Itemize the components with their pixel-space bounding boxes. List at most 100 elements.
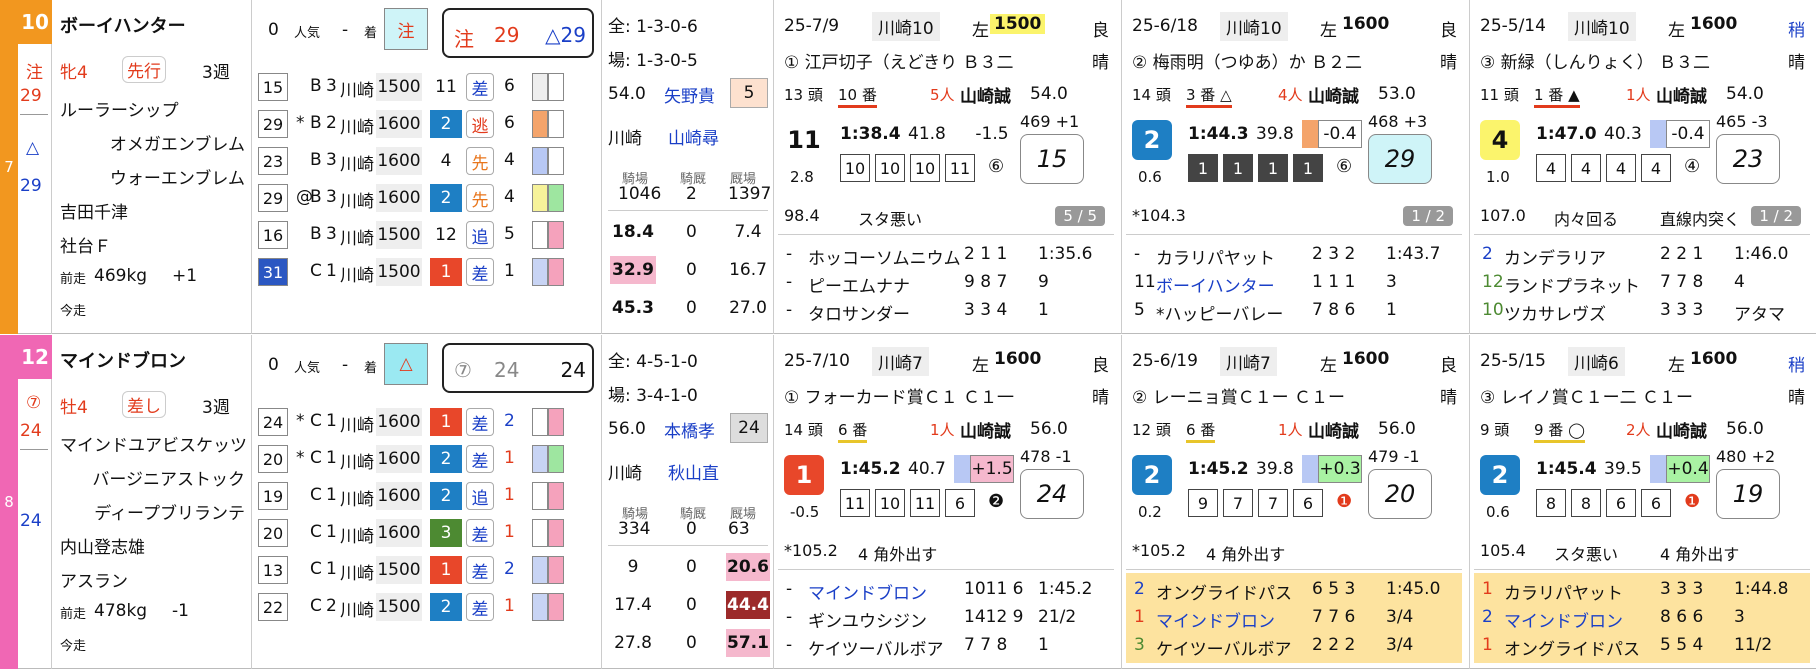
race-dist-label: 左 bbox=[972, 21, 989, 41]
result-pos: 7 7 8 bbox=[1660, 272, 1704, 292]
today-label: 今走 bbox=[60, 639, 87, 654]
corner-position: 4 bbox=[1606, 154, 1636, 182]
past-track: 川崎 bbox=[340, 527, 374, 547]
race-diff: -0.4 bbox=[1666, 120, 1710, 148]
diff-bar bbox=[1650, 120, 1666, 148]
race-name[interactable]: ① フォーカード賞Ｃ１ Ｃ１一 bbox=[784, 383, 1014, 408]
result-horse[interactable]: ツカサレヴズ bbox=[1504, 300, 1606, 325]
corner-position: 10 bbox=[840, 154, 870, 182]
past-color-1 bbox=[532, 73, 548, 101]
past-row[interactable]: 15 B 3 川崎 1500 11 差 6 bbox=[252, 70, 602, 104]
corner-position: 6 bbox=[1641, 489, 1671, 517]
race-column[interactable]: 25-5/15 川崎6 左 1600 稍 ③ レイノ賞Ｃ１ー二 Ｃ１ー 晴 9 頭 9 番 ◯ 2… bbox=[1470, 335, 1816, 669]
result-horse[interactable]: *ハッピーバレー bbox=[1156, 300, 1283, 325]
result-horse[interactable]: マインドブロン bbox=[1504, 607, 1623, 632]
race-name[interactable]: ① 江戸切子（えどきり Ｂ３二 bbox=[784, 48, 1014, 73]
race-dist-label: 左 bbox=[1668, 356, 1685, 376]
race-odds: 2.8 bbox=[790, 168, 814, 186]
stat-v2: 0 bbox=[686, 633, 697, 653]
result-horse[interactable]: カラリパヤット bbox=[1504, 579, 1623, 604]
past-row[interactable]: 16 B 3 川崎 1500 12 追 5 bbox=[252, 218, 602, 252]
result-horse[interactable]: オングライドパス bbox=[1504, 635, 1640, 660]
past-row[interactable]: 13 C 1 川崎 1500 1 差 2 bbox=[252, 553, 602, 587]
result-horse[interactable]: ホッコーソムニウム bbox=[808, 244, 961, 269]
result-horse[interactable]: マインドブロン bbox=[1156, 607, 1275, 632]
result-horse[interactable]: ギンユウシジン bbox=[808, 607, 927, 632]
stat-v3: 57.1 bbox=[726, 629, 770, 657]
trainer2[interactable]: 山崎尋 bbox=[668, 124, 719, 149]
race-name[interactable]: ③ レイノ賞Ｃ１ー二 Ｃ１ー bbox=[1480, 383, 1693, 408]
race-column[interactable]: 25-5/14 川崎10 左 1600 稍 ③ 新緑（しんりょく） Ｂ３二 晴 11 頭 1 番… bbox=[1470, 0, 1816, 334]
horse-name[interactable]: マインドブロン bbox=[60, 347, 186, 373]
past-row[interactable]: 19 C 1 川崎 1600 2 追 1 bbox=[252, 479, 602, 513]
race-odds-box: 15 bbox=[1020, 134, 1084, 184]
race-diff: +0.4 bbox=[1666, 455, 1710, 483]
past-class: B bbox=[310, 224, 322, 244]
stat-v2: 0 bbox=[686, 222, 697, 242]
stat-sep bbox=[608, 545, 768, 546]
race-column[interactable]: 25-6/18 川崎10 左 1600 良 ② 梅雨明（つゆあ）か Ｂ２二 晴 14 頭 3 番… bbox=[1122, 0, 1470, 334]
jockey[interactable]: 矢野貴 bbox=[664, 82, 715, 107]
race-weight: 54.0 bbox=[1030, 84, 1068, 104]
race-sep bbox=[778, 234, 1114, 235]
result-horse[interactable]: カラリパヤット bbox=[1156, 244, 1275, 269]
race-column[interactable]: 25-7/9 川崎10 左 1500 良 ① 江戸切子（えどきり Ｂ３二 晴 13 頭 10 番… bbox=[774, 0, 1122, 334]
past-color-2 bbox=[548, 184, 564, 212]
result-horse[interactable]: ボーイハンター bbox=[1156, 272, 1275, 297]
past-row[interactable]: 29 * B 2 川崎 1600 2 逃 6 bbox=[252, 107, 602, 141]
sub-mark: △ bbox=[26, 138, 40, 158]
past-place: 2 bbox=[430, 593, 462, 621]
race-column[interactable]: 25-6/19 川崎7 左 1600 良 ② レーニョ賞Ｃ１ー Ｃ１ー 晴 12 頭 6 番 1人… bbox=[1122, 335, 1470, 669]
race-name[interactable]: ② レーニョ賞Ｃ１ー Ｃ１ー bbox=[1132, 383, 1345, 408]
result-margin: 1:45.0 bbox=[1386, 579, 1441, 599]
result-horse[interactable]: ランドプラネット bbox=[1504, 272, 1640, 297]
horse-row[interactable]: 8 12 ⑦ 24 24 マインドブロン 牡4 差し 3週 マインドユアビスケッツ バージニアストッ… bbox=[0, 335, 1816, 669]
past-row[interactable]: 23 B 3 川崎 1600 4 先 4 bbox=[252, 144, 602, 178]
past-row[interactable]: 24 * C 1 川崎 1600 1 差 2 bbox=[252, 405, 602, 439]
race-weather: 晴 bbox=[1440, 388, 1457, 408]
race-pk: ④ bbox=[1684, 156, 1701, 177]
result-pos: 1412 9 bbox=[964, 607, 1024, 627]
race-gate: 10 番 bbox=[838, 84, 877, 108]
result-horse[interactable]: オングライドパス bbox=[1156, 579, 1292, 604]
past-class: C bbox=[310, 485, 322, 505]
past-color-1 bbox=[532, 556, 548, 584]
result-num: - bbox=[786, 272, 793, 292]
result-horse[interactable]: カンデラリア bbox=[1504, 244, 1606, 269]
corner-position: 10 bbox=[875, 489, 905, 517]
sub-mark-value: 24 bbox=[20, 511, 42, 531]
past-track: 川崎 bbox=[340, 155, 374, 175]
horse-info: マインドブロン 牡4 差し 3週 マインドユアビスケッツ バージニアストック ディープブリラ… bbox=[52, 335, 252, 669]
race-column[interactable]: 25-7/10 川崎7 左 1600 良 ① フォーカード賞Ｃ１ Ｃ１一 晴 14 頭 6 番 1… bbox=[774, 335, 1122, 669]
dam-sire: ウォーエンブレム bbox=[109, 169, 245, 189]
past-row[interactable]: 20 * C 1 川崎 1600 2 差 1 bbox=[252, 442, 602, 476]
past-row[interactable]: 29 @ B 3 川崎 1600 2 先 4 bbox=[252, 181, 602, 215]
result-margin: 1:46.0 bbox=[1734, 244, 1789, 264]
jockey-number: 24 bbox=[730, 413, 768, 443]
result-horse[interactable]: マインドブロン bbox=[808, 579, 927, 604]
jockey[interactable]: 本橋孝 bbox=[664, 417, 715, 442]
race-heads: 12 頭 bbox=[1132, 421, 1171, 439]
result-horse[interactable]: ケイツーバルボア bbox=[1156, 635, 1292, 660]
race-name[interactable]: ② 梅雨明（つゆあ）か Ｂ２二 bbox=[1132, 48, 1362, 73]
result-horse[interactable]: ケイツーバルボア bbox=[808, 635, 944, 660]
result-horse[interactable]: タロサンダー bbox=[808, 300, 910, 325]
race-body-weight: 468 +3 bbox=[1368, 112, 1428, 131]
race-name[interactable]: ③ 新緑（しんりょく） Ｂ３二 bbox=[1480, 48, 1710, 73]
past-distance: 1500 bbox=[376, 258, 422, 286]
past-row[interactable]: 31 C 1 川崎 1500 1 差 1 bbox=[252, 255, 602, 289]
past-track: 川崎 bbox=[340, 229, 374, 249]
result-margin: 1 bbox=[1386, 300, 1397, 320]
past-row[interactable]: 20 C 1 川崎 1600 3 差 1 bbox=[252, 516, 602, 550]
col-v3: 1397 bbox=[728, 184, 772, 204]
horse-row[interactable]: 7 10 注 29 △ 29 ボーイハンター 牝4 先行 3週 ルーラーシップ オメガエンブレム ウォー… bbox=[0, 0, 1816, 334]
past-color-2 bbox=[548, 445, 564, 473]
result-num: 1 bbox=[1482, 579, 1493, 599]
past-grade: 3 bbox=[326, 150, 337, 170]
race-diff: -0.4 bbox=[1318, 120, 1362, 148]
past-class: B bbox=[310, 150, 322, 170]
trainer2[interactable]: 秋山直 bbox=[668, 459, 719, 484]
horse-name[interactable]: ボーイハンター bbox=[60, 12, 186, 38]
past-row[interactable]: 22 C 2 川崎 1500 2 差 1 bbox=[252, 590, 602, 624]
result-horse[interactable]: ピーエムナナ bbox=[808, 272, 910, 297]
